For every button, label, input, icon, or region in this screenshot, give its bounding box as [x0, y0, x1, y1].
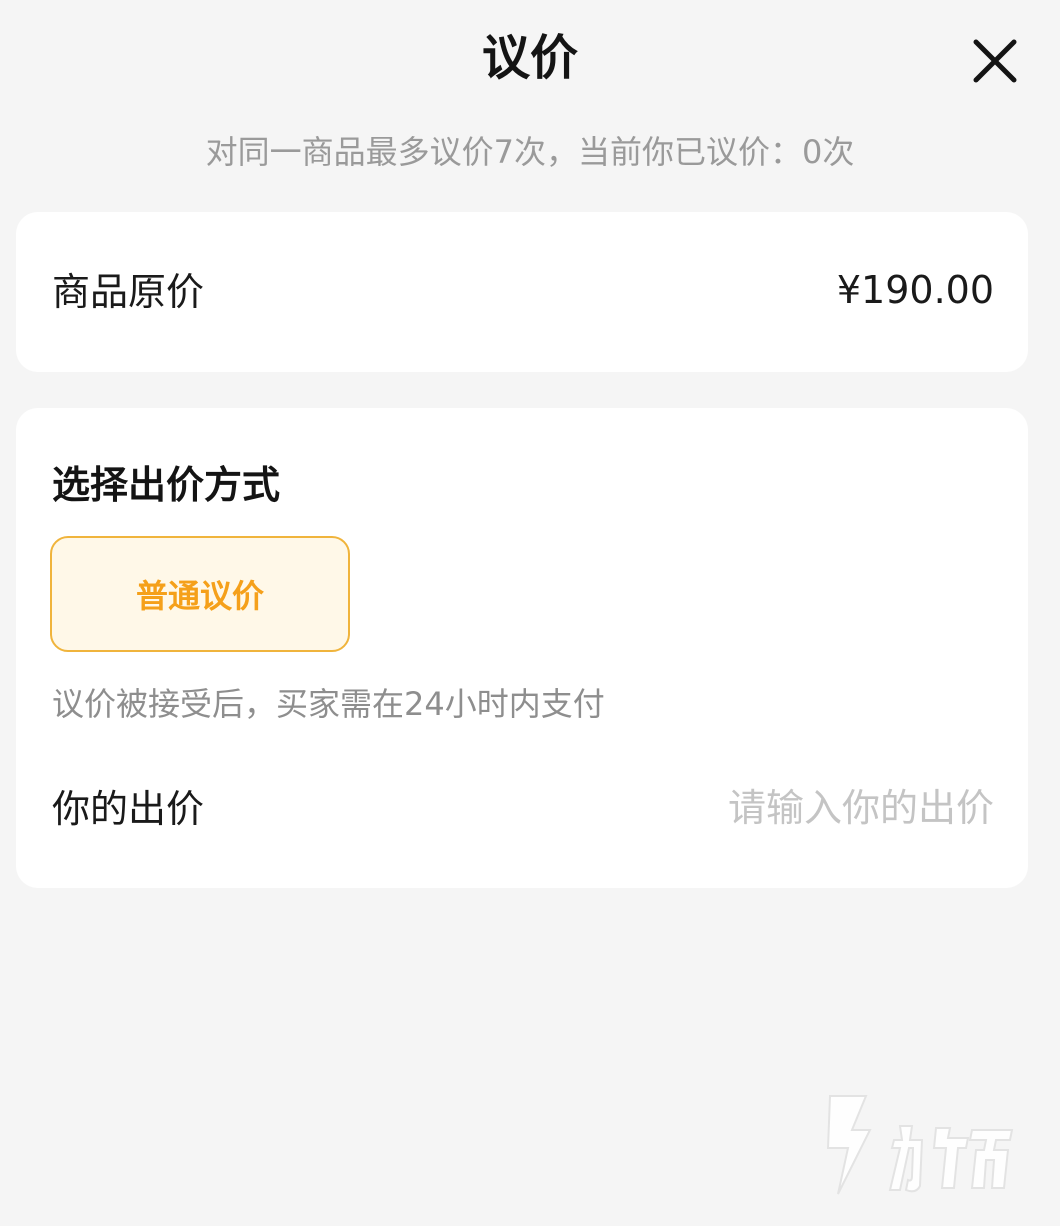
bid-input[interactable] [614, 780, 994, 836]
bargain-limit-notice: 对同一商品最多议价7次，当前你已议价：0次 [205, 133, 855, 171]
watermark-logo [808, 1090, 1028, 1200]
original-price-label: 商品原价 [52, 270, 205, 314]
payment-deadline-hint: 议价被接受后，买家需在24小时内支付 [52, 685, 605, 723]
original-price-value: ¥190.00 [836, 268, 994, 312]
normal-bargain-option[interactable]: 普通议价 [50, 536, 350, 652]
offer-method-title: 选择出价方式 [52, 463, 281, 507]
close-icon [973, 39, 1017, 83]
dialog-header: 议价 [0, 0, 1060, 120]
close-button[interactable] [966, 32, 1024, 90]
offer-card: 选择出价方式 普通议价 议价被接受后，买家需在24小时内支付 你的出价 [16, 408, 1028, 888]
watermark-logo-graphic [826, 1095, 1014, 1195]
normal-bargain-label: 普通议价 [135, 577, 264, 615]
original-price-card: 商品原价 ¥190.00 [16, 212, 1028, 372]
your-bid-label: 你的出价 [52, 787, 205, 831]
page-title: 议价 [481, 30, 578, 86]
